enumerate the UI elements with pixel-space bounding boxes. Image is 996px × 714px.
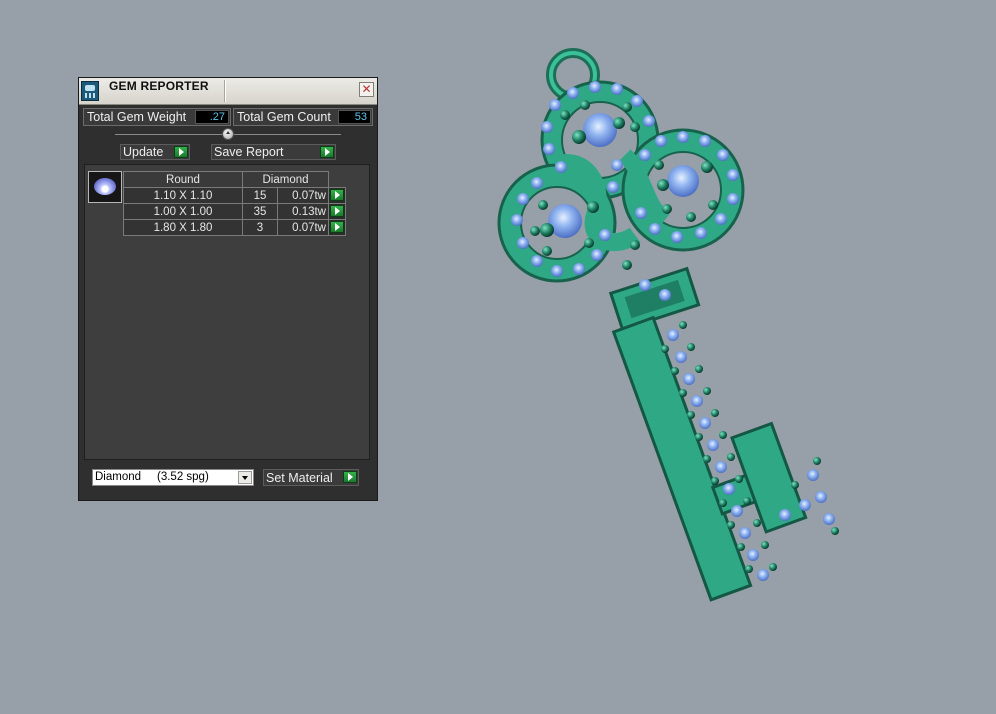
key-pendant-render[interactable] [495, 45, 865, 610]
gem-weight-cell: 0.07tw [277, 187, 329, 204]
play-icon [330, 205, 344, 217]
close-icon[interactable]: ✕ [359, 82, 374, 97]
set-material-button[interactable]: Set Material [263, 469, 359, 486]
row-select-button[interactable] [328, 203, 346, 220]
total-gem-weight-box: Total Gem Weight .27 [83, 108, 231, 126]
slider-handle[interactable] [222, 128, 234, 140]
gem-weight-cell: 0.07tw [277, 219, 329, 236]
table-row: 1.00 X 1.00 35 0.13tw [123, 203, 346, 220]
panel-title: GEM REPORTER [109, 79, 209, 93]
update-button-label: Update [123, 145, 164, 159]
total-gem-count-box: Total Gem Count 53 [233, 108, 373, 126]
title-separator [224, 80, 225, 102]
play-icon [330, 221, 344, 233]
center-gem [583, 113, 617, 147]
play-icon [320, 146, 334, 158]
row-select-button[interactable] [328, 187, 346, 204]
table-row: 1.10 X 1.10 15 0.07tw [123, 187, 346, 204]
total-gem-count-value: 53 [338, 110, 371, 124]
table-row: 1.80 X 1.80 3 0.07tw [123, 219, 346, 236]
round-gem-icon[interactable] [88, 171, 122, 203]
row-select-button[interactable] [328, 219, 346, 236]
material-dropdown-value: Diamond (3.52 spg) [95, 471, 209, 483]
total-gem-count-label: Total Gem Count [237, 110, 331, 124]
gem-count-cell: 3 [242, 219, 278, 236]
gem-table-header: Round Diamond [123, 171, 346, 188]
dropdown-arrow-icon[interactable] [238, 471, 252, 484]
total-gem-weight-value: .27 [195, 110, 229, 124]
gem-reporter-panel: GEM REPORTER ✕ Total Gem Weight .27 Tota… [78, 77, 378, 501]
center-gem [667, 165, 699, 197]
gem-size-cell: 1.00 X 1.00 [123, 203, 243, 220]
material-dropdown[interactable]: Diamond (3.52 spg) [92, 469, 254, 486]
save-report-button[interactable]: Save Report [211, 144, 336, 160]
play-icon [330, 189, 344, 201]
gem-reporter-app-icon [81, 81, 99, 101]
play-icon [174, 146, 188, 158]
title-bar[interactable]: GEM REPORTER ✕ [79, 78, 377, 105]
shape-header: Round [123, 171, 243, 188]
save-report-button-label: Save Report [214, 145, 284, 159]
total-gem-weight-label: Total Gem Weight [87, 110, 187, 124]
gem-size-cell: 1.10 X 1.10 [123, 187, 243, 204]
gem-count-cell: 15 [242, 187, 278, 204]
gem-count-cell: 35 [242, 203, 278, 220]
set-material-button-label: Set Material [266, 471, 333, 485]
update-button[interactable]: Update [120, 144, 190, 160]
gem-table: Round Diamond 1.10 X 1.10 15 0.07tw 1.00… [123, 171, 346, 236]
play-icon [343, 471, 357, 483]
gem-weight-cell: 0.13tw [277, 203, 329, 220]
gem-size-cell: 1.80 X 1.80 [123, 219, 243, 236]
material-header: Diamond [242, 171, 329, 188]
